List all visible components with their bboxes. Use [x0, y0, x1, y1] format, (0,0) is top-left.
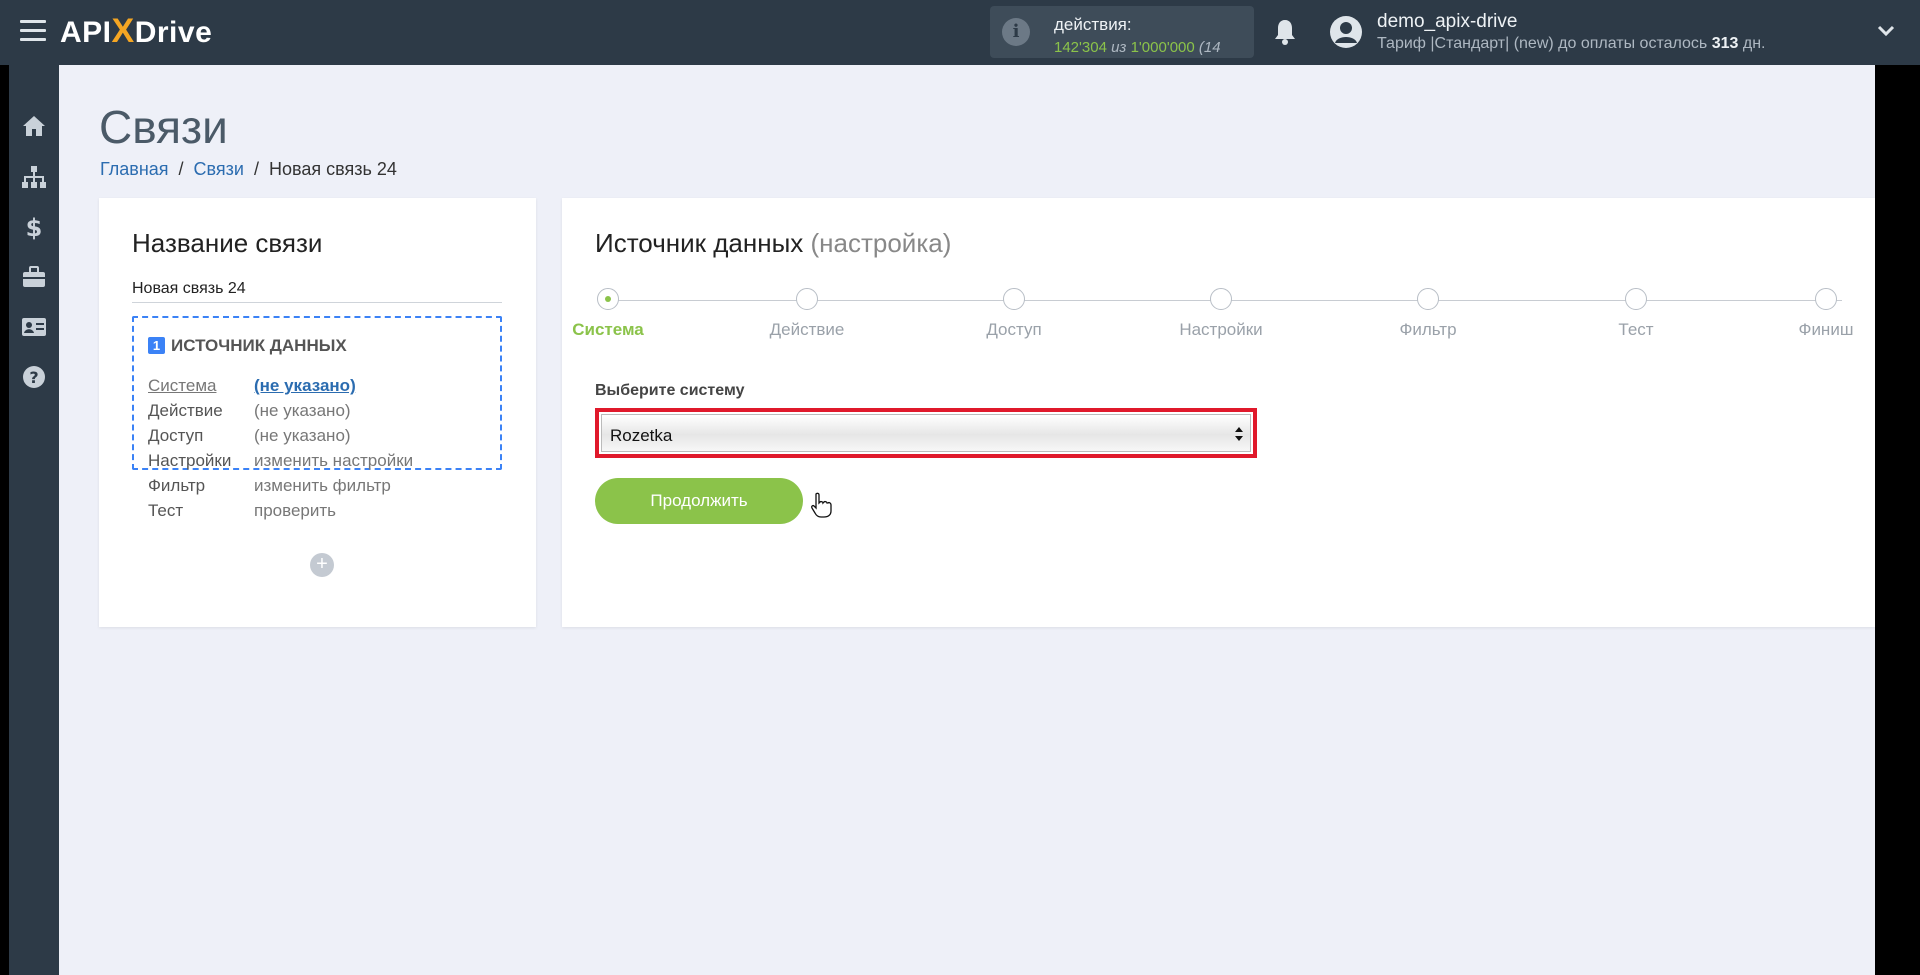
- source-row-key: Тест: [148, 501, 184, 520]
- menu-icon[interactable]: [20, 20, 46, 42]
- source-row-key: Фильтр: [148, 476, 206, 495]
- step-label: Настройки: [1179, 320, 1263, 339]
- continue-button[interactable]: Продолжить: [595, 478, 803, 524]
- source-row-value[interactable]: изменить настройки: [254, 451, 413, 470]
- logo[interactable]: APIXDrive: [60, 11, 212, 51]
- source-row-key: Настройки: [148, 451, 232, 470]
- dollar-icon[interactable]: $: [21, 214, 47, 240]
- system-select-highlight: Rozetka: [595, 408, 1257, 458]
- bell-icon[interactable]: [1273, 18, 1297, 46]
- tariff-suffix: дн.: [1742, 35, 1766, 52]
- avatar-icon[interactable]: [1329, 15, 1363, 49]
- sidebar: $ ?: [9, 65, 59, 975]
- chevron-down-icon[interactable]: [1876, 21, 1896, 41]
- connection-card: Название связи 1ИСТОЧНИК ДАННЫХ Система(…: [99, 198, 536, 627]
- step-number-badge: 1: [148, 337, 165, 354]
- source-subtitle-text: (настройка): [810, 228, 952, 258]
- breadcrumb-current: Новая связь 24: [268, 159, 397, 179]
- tariff-prefix: Тариф |Стандарт| (new) до оплаты осталос…: [1377, 35, 1708, 52]
- step-dot: [1815, 288, 1837, 310]
- step-label: Действие: [769, 320, 845, 339]
- source-row-value: (не указано): [254, 426, 351, 445]
- source-title-text: Источник данных: [595, 228, 804, 258]
- tariff-info: Тариф |Стандарт| (new) до оплаты осталос…: [1377, 35, 1765, 53]
- step-label: Тест: [1618, 320, 1654, 339]
- step-label: Доступ: [986, 320, 1042, 339]
- actions-value: 142'304 из 1'000'000 (14: [1054, 39, 1221, 56]
- step-dot: [597, 288, 619, 310]
- select-system-label: Выберите систему: [595, 382, 745, 399]
- source-settings-card: Источник данных (настройка) Система Дейс…: [562, 198, 1875, 627]
- logo-text-drive: Drive: [134, 16, 213, 49]
- system-select-value: Rozetka: [610, 426, 673, 445]
- connection-name-input[interactable]: [132, 276, 502, 303]
- step-label: Финиш: [1798, 320, 1854, 339]
- home-icon[interactable]: [21, 113, 47, 139]
- step-dot: [796, 288, 818, 310]
- username[interactable]: demo_apix-drive: [1377, 11, 1517, 33]
- step-system[interactable]: Система: [538, 288, 678, 340]
- actions-extra: (14: [1198, 39, 1221, 56]
- svg-text:$: $: [26, 214, 43, 240]
- breadcrumb-connections[interactable]: Связи: [194, 159, 244, 179]
- actions-used: 142'304: [1054, 39, 1107, 56]
- breadcrumb-separator: /: [253, 159, 259, 179]
- sitemap-icon[interactable]: [21, 164, 47, 190]
- breadcrumb: Главная / Связи / Новая связь 24: [100, 159, 397, 180]
- source-row-value[interactable]: изменить фильтр: [254, 476, 391, 495]
- main-content: Связи Главная / Связи / Новая связь 24 Назва…: [59, 65, 1875, 975]
- source-row-key: Доступ: [148, 426, 204, 445]
- breadcrumb-home[interactable]: Главная: [100, 159, 169, 179]
- help-icon[interactable]: ?: [21, 364, 47, 390]
- source-row-value[interactable]: (не указано): [254, 376, 356, 395]
- source-settings-title: Источник данных (настройка): [595, 228, 951, 259]
- briefcase-icon[interactable]: [21, 264, 47, 290]
- source-row-test: Тест проверить: [148, 501, 336, 521]
- source-row-settings: Настройки изменить настройки: [148, 451, 413, 471]
- step-test[interactable]: Тест: [1566, 288, 1706, 340]
- breadcrumb-separator: /: [178, 159, 184, 179]
- step-dot: [1210, 288, 1232, 310]
- step-finish[interactable]: Финиш: [1756, 288, 1896, 340]
- source-row-key: Действие: [148, 401, 223, 420]
- svg-text:?: ?: [29, 368, 38, 387]
- step-label: Фильтр: [1399, 320, 1457, 339]
- data-source-heading: 1 ИСТОЧНИК ДАННЫХ: [148, 336, 347, 356]
- logo-text-api: API: [60, 16, 112, 49]
- actions-of: из: [1111, 39, 1127, 56]
- source-row-access: Доступ (не указано): [148, 426, 351, 446]
- step-dot: [1625, 288, 1647, 310]
- top-bar: APIXDrive i действия: 142'304 из 1'000'0…: [0, 0, 1920, 65]
- source-row-action: Действие (не указано): [148, 401, 351, 421]
- step-label: Система: [572, 320, 644, 339]
- step-action[interactable]: Действие: [737, 288, 877, 340]
- data-source-block[interactable]: 1 ИСТОЧНИК ДАННЫХ Система (не указано) Дей…: [132, 316, 502, 520]
- add-block-button[interactable]: +: [310, 553, 334, 577]
- page-title: Связи: [99, 101, 228, 153]
- actions-label: действия:: [1054, 15, 1132, 34]
- data-source-heading-text: ИСТОЧНИК ДАННЫХ: [171, 336, 347, 355]
- step-settings[interactable]: Настройки: [1151, 288, 1291, 340]
- step-dot: [1417, 288, 1439, 310]
- select-arrows-icon: [1235, 427, 1243, 441]
- source-row-key[interactable]: Система: [148, 376, 254, 396]
- step-access[interactable]: Доступ: [944, 288, 1084, 340]
- source-row-value: (не указано): [254, 401, 351, 420]
- actions-total: 1'000'000: [1130, 39, 1195, 56]
- id-card-icon[interactable]: [21, 314, 47, 340]
- source-row-filter: Фильтр изменить фильтр: [148, 476, 391, 496]
- logo-text-x: X: [111, 12, 135, 50]
- system-select[interactable]: Rozetka: [601, 414, 1251, 452]
- step-filter[interactable]: Фильтр: [1358, 288, 1498, 340]
- info-icon: i: [1002, 18, 1030, 46]
- source-row-system: Система (не указано): [148, 376, 356, 396]
- source-row-value[interactable]: проверить: [254, 501, 336, 520]
- connection-name-title: Название связи: [132, 228, 323, 258]
- step-dot: [1003, 288, 1025, 310]
- actions-counter[interactable]: i действия: 142'304 из 1'000'000 (14: [990, 6, 1254, 58]
- hand-cursor-icon: [811, 492, 832, 518]
- tariff-days: 313: [1711, 35, 1739, 52]
